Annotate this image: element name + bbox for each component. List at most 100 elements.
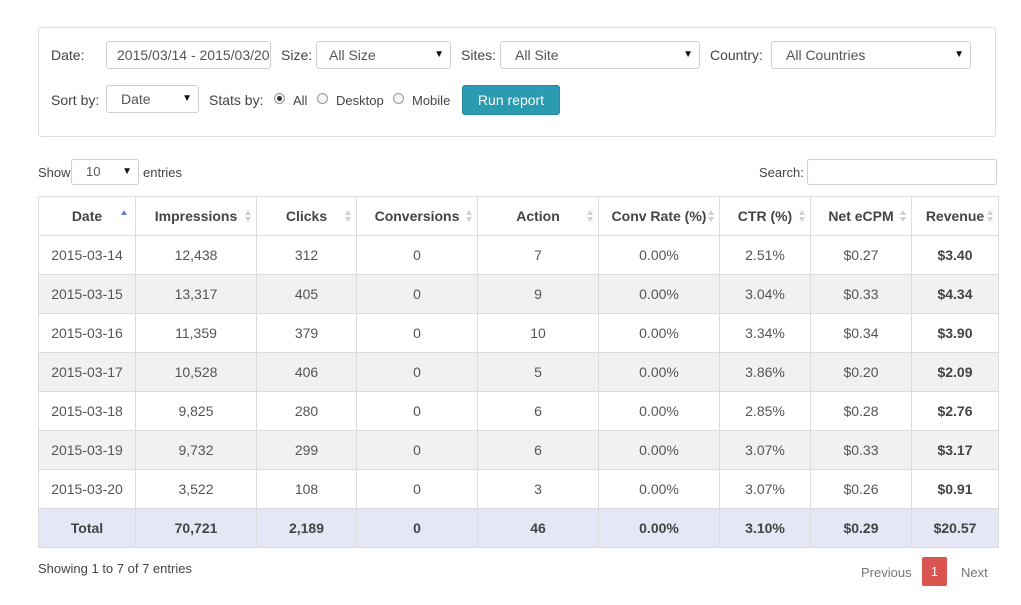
country-select[interactable]: All Countries ▼ <box>771 41 971 69</box>
search-input[interactable] <box>807 159 997 185</box>
cell-conv-rate: 0.00% <box>598 235 720 275</box>
sort-ascending-icon <box>121 210 128 222</box>
cell-conv-rate: 0.00% <box>598 469 720 509</box>
size-select-value: All Size <box>329 47 376 63</box>
chevron-down-icon: ▼ <box>954 49 964 60</box>
statsby-radio-all[interactable] <box>274 93 285 104</box>
column-header-clicks[interactable]: Clicks <box>256 196 357 236</box>
column-header-label: Action <box>516 208 560 224</box>
table-total-row: Total 70,721 2,189 0 46 0.00% 3.10% $0.29 $20.57 <box>38 508 999 548</box>
column-header-revenue[interactable]: Revenue <box>911 196 999 236</box>
pagination-page-current[interactable]: 1 <box>922 557 947 586</box>
cell-impressions: 3,522 <box>135 469 257 509</box>
sort-icon <box>587 210 594 222</box>
total-conv-rate: 0.00% <box>598 508 720 548</box>
table-row: 2015-03-14 12,438 312 0 7 0.00% 2.51% $0.27 $3.4… <box>38 235 999 275</box>
statsby-option-mobile: Mobile <box>412 93 451 108</box>
table-row: 2015-03-15 13,317 405 0 9 0.00% 3.04% $0.33 $4.3… <box>38 274 999 314</box>
cell-action: 5 <box>477 352 599 392</box>
column-header-net-ecpm[interactable]: Net eCPM <box>810 196 912 236</box>
cell-action: 6 <box>477 430 599 470</box>
total-net-ecpm: $0.29 <box>810 508 912 548</box>
pagination-next[interactable]: Next <box>961 565 988 580</box>
cell-ctr: 2.51% <box>719 235 811 275</box>
cell-impressions: 11,359 <box>135 313 257 353</box>
cell-date: 2015-03-18 <box>38 391 136 431</box>
cell-clicks: 280 <box>256 391 357 431</box>
column-header-conversions[interactable]: Conversions <box>356 196 478 236</box>
sortby-select[interactable]: Date ▼ <box>106 85 199 113</box>
cell-revenue: $3.40 <box>911 235 999 275</box>
entries-per-page-value: 10 <box>86 164 101 179</box>
size-select[interactable]: All Size ▼ <box>316 41 451 69</box>
sites-label: Sites: <box>461 47 497 63</box>
cell-action: 9 <box>477 274 599 314</box>
statsby-label: Stats by: <box>209 92 264 108</box>
table-row: 2015-03-20 3,522 108 0 3 0.00% 3.07% $0.26 $0.91 <box>38 469 999 509</box>
cell-revenue: $3.90 <box>911 313 999 353</box>
cell-action: 7 <box>477 235 599 275</box>
cell-revenue: $4.34 <box>911 274 999 314</box>
total-date: Total <box>38 508 136 548</box>
sites-select[interactable]: All Site ▼ <box>500 41 700 69</box>
sort-icon <box>987 210 994 222</box>
total-impressions: 70,721 <box>135 508 257 548</box>
cell-conversions: 0 <box>356 430 478 470</box>
cell-clicks: 406 <box>256 352 357 392</box>
show-label: Show <box>38 165 71 180</box>
cell-ctr: 3.07% <box>719 469 811 509</box>
date-range-input[interactable]: 2015/03/14 - 2015/03/20 <box>106 41 271 69</box>
size-label: Size: <box>281 47 313 63</box>
column-header-action[interactable]: Action <box>477 196 599 236</box>
cell-action: 6 <box>477 391 599 431</box>
table-row: 2015-03-17 10,528 406 0 5 0.00% 3.86% $0.20 $2.0… <box>38 352 999 392</box>
cell-action: 10 <box>477 313 599 353</box>
column-header-label: Impressions <box>154 208 238 224</box>
cell-date: 2015-03-17 <box>38 352 136 392</box>
sort-icon <box>708 210 715 222</box>
total-action: 46 <box>477 508 599 548</box>
cell-impressions: 9,825 <box>135 391 257 431</box>
column-header-label: Conv Rate (%) <box>611 208 707 224</box>
column-header-label: Revenue <box>925 208 985 224</box>
sort-icon <box>245 210 252 222</box>
statsby-radio-desktop[interactable] <box>317 93 328 104</box>
column-header-label: CTR (%) <box>737 208 793 224</box>
cell-impressions: 13,317 <box>135 274 257 314</box>
sort-icon <box>900 210 907 222</box>
sortby-select-value: Date <box>121 91 151 107</box>
cell-clicks: 379 <box>256 313 357 353</box>
column-header-label: Net eCPM <box>828 208 894 224</box>
column-header-date[interactable]: Date <box>38 196 136 236</box>
column-header-ctr[interactable]: CTR (%) <box>719 196 811 236</box>
sort-icon <box>345 210 352 222</box>
cell-revenue: $2.76 <box>911 391 999 431</box>
country-label: Country: <box>710 47 763 63</box>
cell-date: 2015-03-20 <box>38 469 136 509</box>
cell-clicks: 108 <box>256 469 357 509</box>
cell-date: 2015-03-16 <box>38 313 136 353</box>
statsby-radio-mobile[interactable] <box>393 93 404 104</box>
entries-per-page-select[interactable]: 10 ▼ <box>71 159 139 185</box>
cell-impressions: 10,528 <box>135 352 257 392</box>
column-header-conv-rate[interactable]: Conv Rate (%) <box>598 196 720 236</box>
cell-conv-rate: 0.00% <box>598 313 720 353</box>
cell-clicks: 405 <box>256 274 357 314</box>
column-header-label: Clicks <box>285 208 328 224</box>
cell-clicks: 312 <box>256 235 357 275</box>
run-report-button[interactable]: Run report <box>462 85 560 115</box>
table-row: 2015-03-19 9,732 299 0 6 0.00% 3.07% $0.33 $3.17 <box>38 430 999 470</box>
entries-label: entries <box>143 165 183 180</box>
date-range-value: 2015/03/14 - 2015/03/20 <box>117 47 270 63</box>
cell-conv-rate: 0.00% <box>598 274 720 314</box>
cell-conv-rate: 0.00% <box>598 352 720 392</box>
pagination-previous[interactable]: Previous <box>861 565 912 580</box>
column-header-impressions[interactable]: Impressions <box>135 196 257 236</box>
cell-revenue: $0.91 <box>911 469 999 509</box>
cell-revenue: $3.17 <box>911 430 999 470</box>
cell-net-ecpm: $0.26 <box>810 469 912 509</box>
table-header-row: Date Impressions Clicks Conversions Action Co… <box>38 196 999 236</box>
column-header-label: Conversions <box>374 208 460 224</box>
sites-select-value: All Site <box>515 47 559 63</box>
chevron-down-icon: ▼ <box>683 49 693 60</box>
